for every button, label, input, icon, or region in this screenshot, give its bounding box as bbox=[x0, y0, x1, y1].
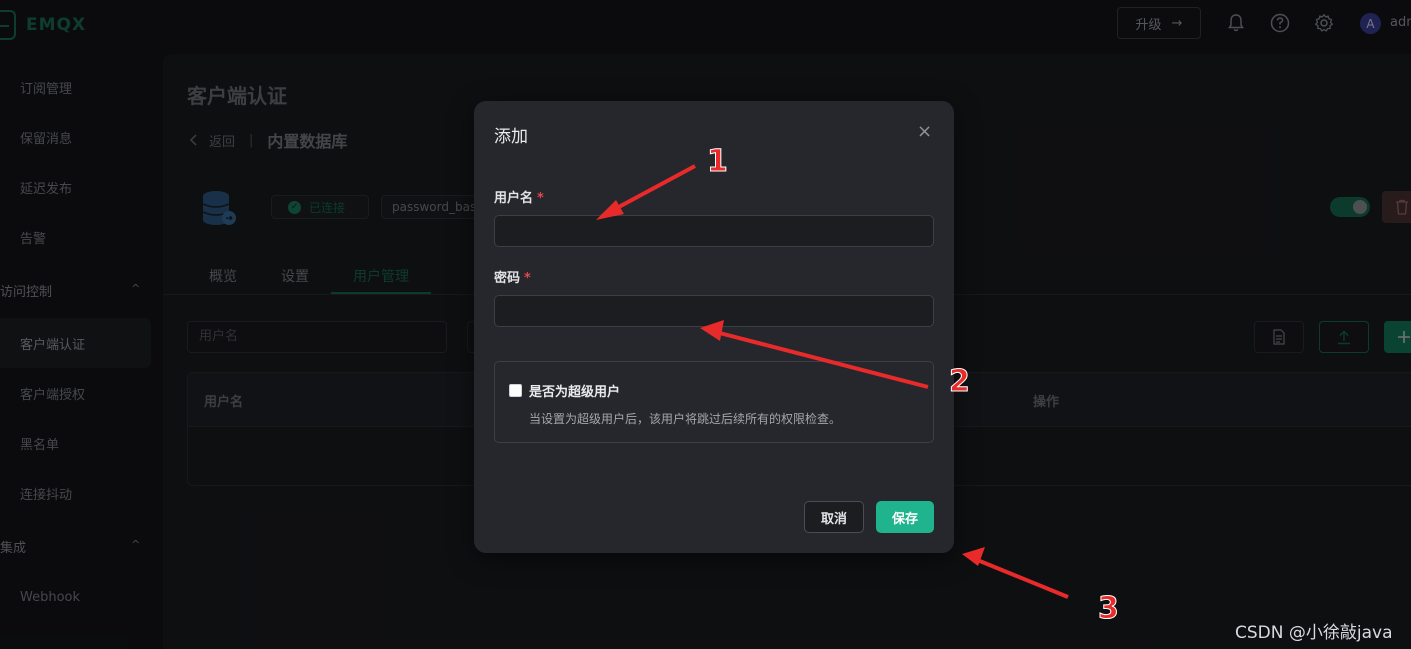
annotation-number-2: 2 bbox=[949, 364, 971, 400]
username-label: 用户名 * bbox=[494, 187, 544, 206]
cancel-button[interactable]: 取消 bbox=[804, 501, 864, 533]
annotation-number-3: 3 bbox=[1098, 591, 1120, 627]
watermark: CSDN @小徐敲java bbox=[1235, 623, 1393, 643]
save-button[interactable]: 保存 bbox=[876, 501, 934, 533]
password-label: 密码 * bbox=[494, 267, 531, 286]
close-icon[interactable]: × bbox=[917, 121, 932, 142]
dialog-title: 添加 bbox=[494, 127, 528, 147]
superuser-checkbox[interactable] bbox=[509, 384, 522, 397]
superuser-description: 当设置为超级用户后，该用户将跳过后续所有的权限检查。 bbox=[529, 412, 842, 426]
required-mark: * bbox=[524, 271, 531, 286]
username-label-text: 用户名 bbox=[494, 191, 534, 206]
password-input[interactable] bbox=[494, 295, 934, 327]
app-root: EMQX 升级 → A adm 订阅管理 保留消息 延迟发布 告警 访问控制 ^… bbox=[0, 0, 1411, 649]
superuser-option: 是否为超级用户 当设置为超级用户后，该用户将跳过后续所有的权限检查。 bbox=[494, 361, 934, 443]
superuser-label[interactable]: 是否为超级用户 bbox=[529, 381, 620, 400]
password-label-text: 密码 bbox=[494, 271, 521, 286]
annotation-number-1: 1 bbox=[707, 144, 729, 180]
username-input[interactable] bbox=[494, 215, 934, 247]
required-mark: * bbox=[537, 191, 544, 206]
